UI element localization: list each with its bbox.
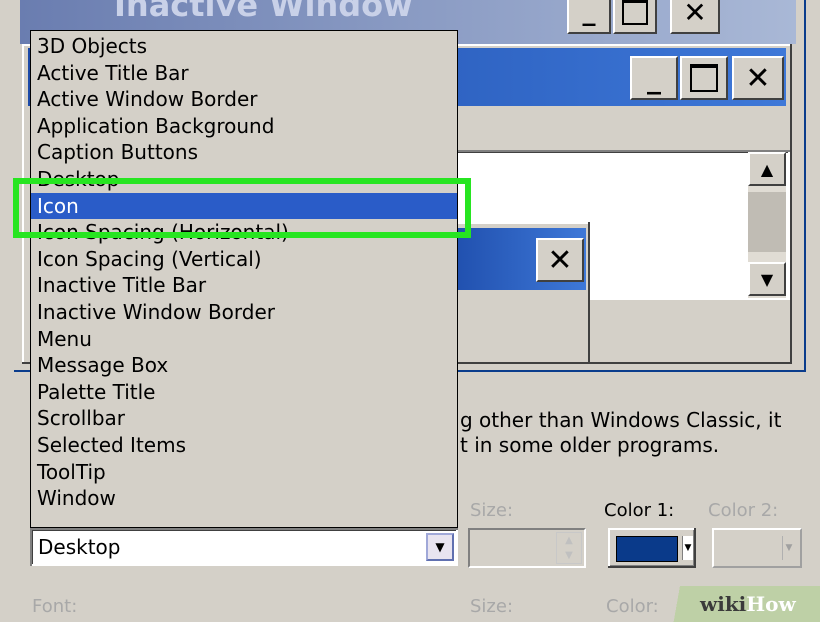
list-item[interactable]: Window [31, 485, 457, 512]
scrollbar[interactable]: ▲ ▼ [748, 152, 786, 298]
watermark-wiki: wiki [700, 592, 747, 616]
list-item[interactable]: ToolTip [31, 459, 457, 486]
list-item[interactable]: Active Title Bar [31, 60, 457, 87]
color1-dropdown-arrow-icon: ▼ [682, 536, 693, 560]
size-field[interactable]: ▲ ▼ [468, 528, 586, 568]
highlight-outline [13, 178, 471, 238]
list-item[interactable]: Inactive Window Border [31, 299, 457, 326]
maximize-icon [622, 0, 648, 25]
item-select[interactable]: Desktop ▼ [30, 528, 458, 566]
scroll-thumb[interactable] [748, 192, 786, 252]
list-item[interactable]: Scrollbar [31, 405, 457, 432]
font-label: Font: [32, 596, 78, 617]
color2-dropdown-arrow-icon: ▼ [782, 536, 795, 560]
scroll-up-button[interactable]: ▲ [748, 152, 786, 186]
scroll-down-button[interactable]: ▼ [748, 262, 786, 296]
font-size-label: Size: [470, 596, 514, 617]
active-maximize-button[interactable] [680, 56, 728, 100]
active-close-button[interactable]: ✕ [732, 56, 784, 100]
description-line-2: t in some older programs. [460, 433, 720, 457]
size-stepper[interactable]: ▲ ▼ [556, 532, 582, 564]
active-minimize-button[interactable]: _ [630, 56, 678, 100]
color2-label: Color 2: [708, 500, 779, 521]
font-color-label: Color: [606, 596, 659, 617]
list-item[interactable]: Menu [31, 326, 457, 353]
item-dropdown-list[interactable]: 3D Objects Active Title Bar Active Window … [30, 30, 458, 528]
color1-label: Color 1: [604, 500, 675, 521]
inactive-maximize-button[interactable] [613, 0, 657, 34]
list-item[interactable]: Palette Title [31, 379, 457, 406]
item-select-value: Desktop [38, 535, 121, 559]
message-box-close-button[interactable]: ✕ [536, 238, 584, 282]
item-select-dropdown-button[interactable]: ▼ [426, 533, 454, 561]
item-list[interactable]: 3D Objects Active Title Bar Active Window … [31, 33, 457, 512]
maximize-icon [690, 64, 718, 92]
inactive-minimize-button[interactable]: _ [567, 0, 611, 34]
color1-picker[interactable]: ▼ [608, 528, 696, 568]
color1-swatch [616, 536, 678, 562]
inactive-window-title: Inactive Window [114, 0, 413, 24]
list-item[interactable]: 3D Objects [31, 33, 457, 60]
chevron-down-icon: ▼ [435, 540, 445, 554]
list-item[interactable]: Caption Buttons [31, 139, 457, 166]
description-line-1: g other than Windows Classic, it [460, 408, 782, 432]
size-label: Size: [470, 500, 514, 521]
list-item[interactable]: Message Box [31, 352, 457, 379]
list-item[interactable]: Inactive Title Bar [31, 272, 457, 299]
watermark-how: How [746, 592, 796, 616]
color2-picker[interactable]: ▼ [712, 528, 802, 568]
list-item[interactable]: Application Background [31, 113, 457, 140]
list-item[interactable]: Selected Items [31, 432, 457, 459]
list-item[interactable]: Icon Spacing (Vertical) [31, 246, 457, 273]
list-item[interactable]: Active Window Border [31, 86, 457, 113]
wikihow-watermark: wikiHow [660, 586, 820, 622]
inactive-close-button[interactable]: ✕ [670, 0, 720, 34]
